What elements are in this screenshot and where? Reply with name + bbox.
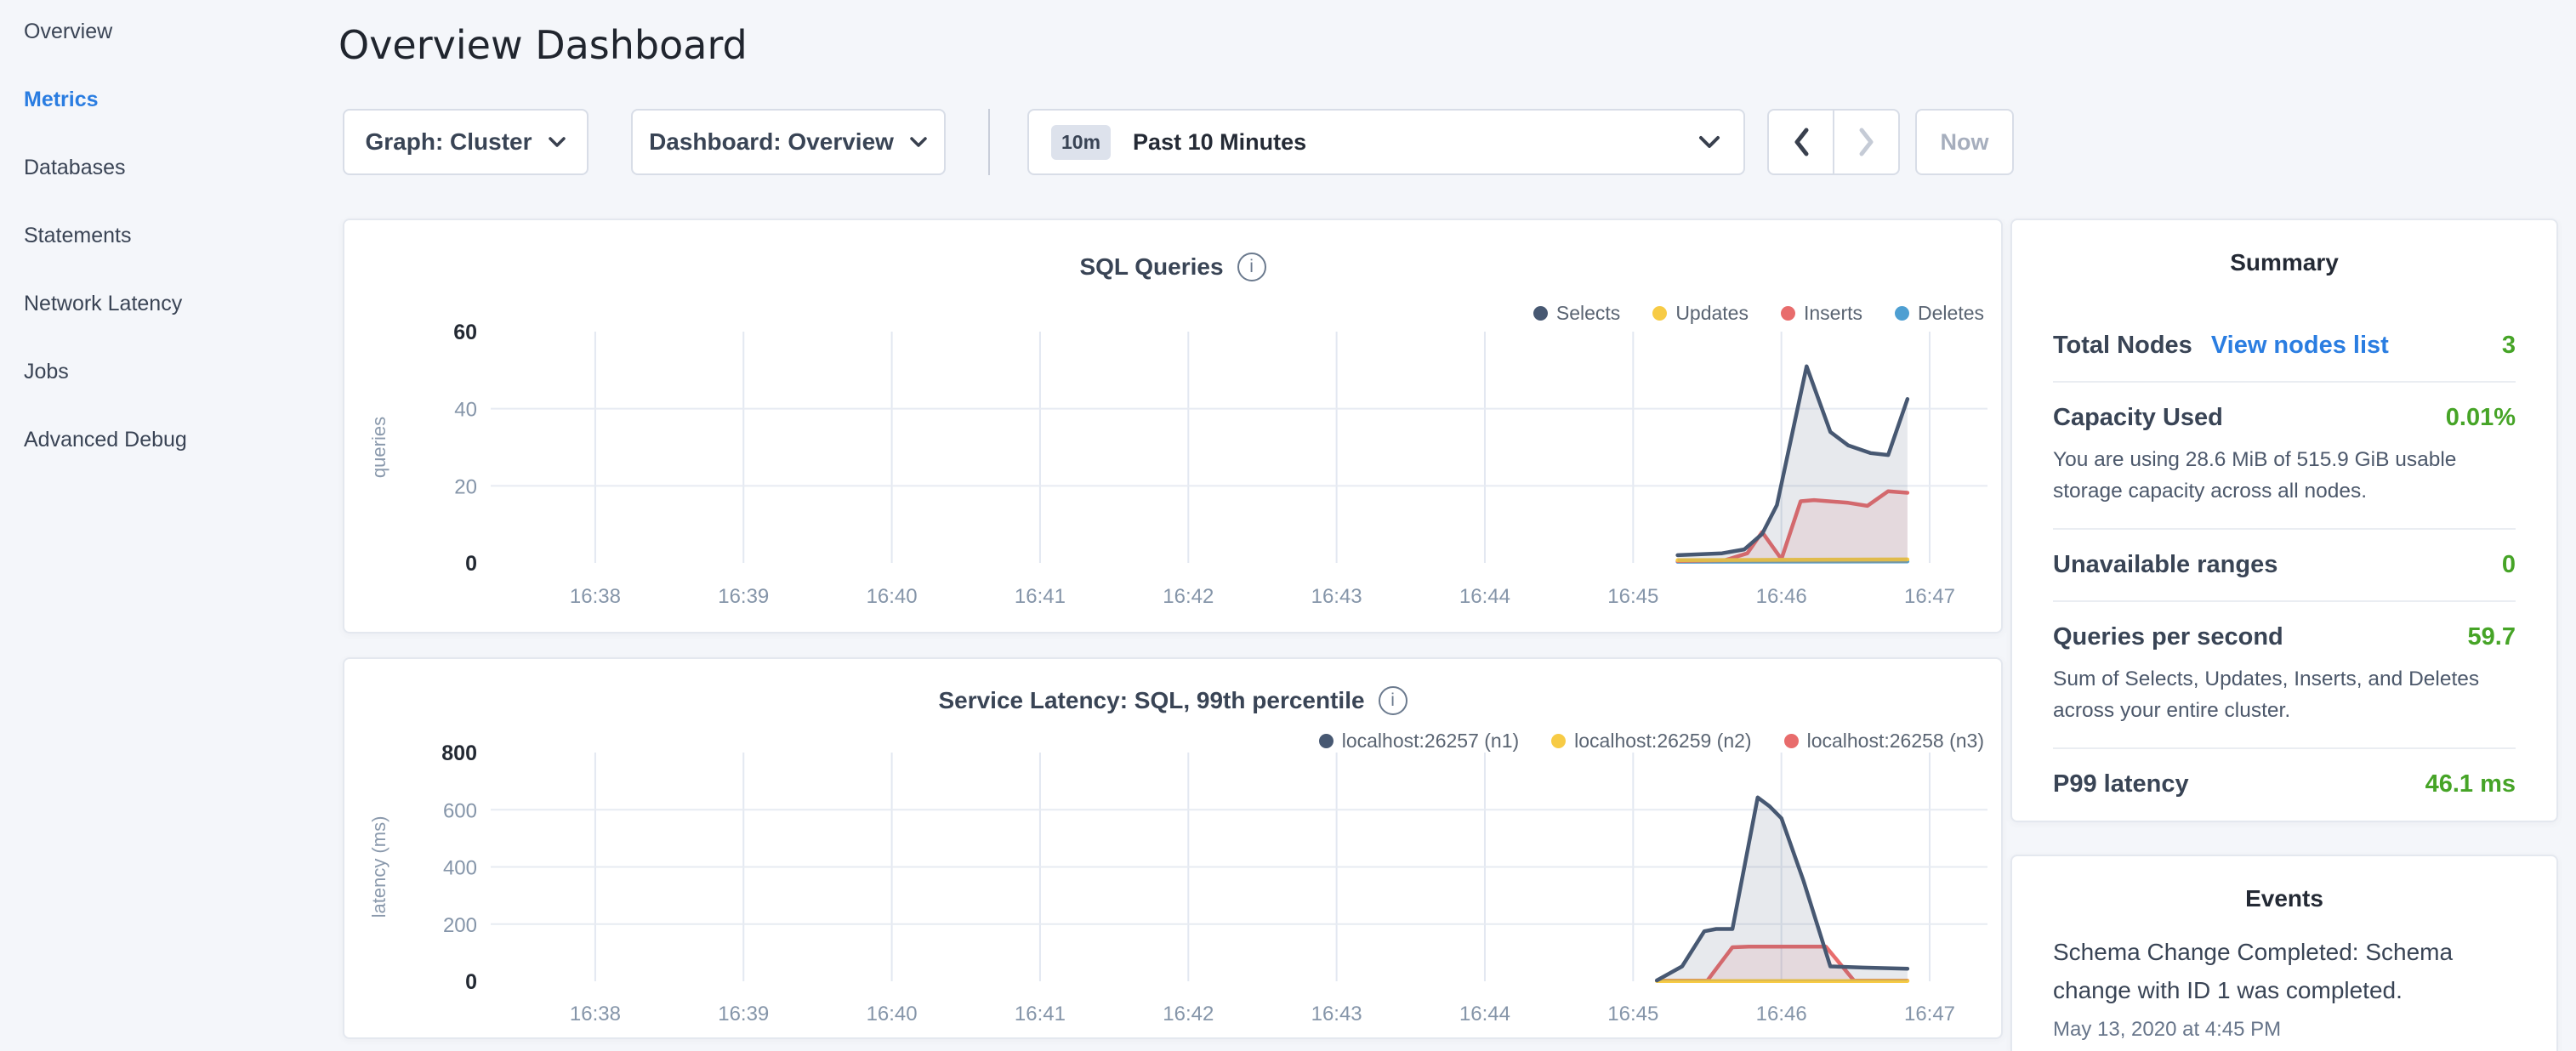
svg-text:queries: queries [368,417,390,478]
summary-value: 46.1 ms [2425,770,2516,798]
svg-text:16:42: 16:42 [1163,1003,1214,1025]
svg-text:40: 40 [454,399,477,422]
events-heading: Events [2012,885,2556,912]
now-button[interactable]: Now [1915,109,2014,175]
svg-text:16:41: 16:41 [1015,585,1066,608]
summary-panel: Summary Total Nodes View nodes list 3 Capac… [2010,219,2558,822]
sidebar-item-advanced-debug[interactable]: Advanced Debug [24,427,187,452]
sidebar-item-statements[interactable]: Statements [24,223,131,248]
svg-text:16:40: 16:40 [867,585,918,608]
summary-heading: Summary [2012,249,2556,276]
service-latency-chart-card: Service Latency: SQL, 99th percentileilo… [343,657,2003,1039]
sidebar: Overview Metrics Databases Statements Networ… [0,0,340,495]
sql-queries-chart-card: SQL QueriesiSelectsUpdatesInsertsDeletes… [343,219,2003,633]
summary-desc: Sum of Selects, Updates, Inserts, and De… [2053,663,2516,726]
summary-label: Total Nodes [2053,332,2192,360]
svg-text:16:43: 16:43 [1311,585,1362,608]
graph-dropdown[interactable]: Graph: Cluster [343,109,589,175]
chevron-down-icon [1697,135,1721,149]
svg-text:16:42: 16:42 [1163,585,1214,608]
dashboard-dropdown-label: Dashboard: Overview [649,128,894,156]
time-range-badge: 10m [1051,125,1111,160]
sidebar-item-jobs[interactable]: Jobs [24,359,69,384]
svg-text:60: 60 [453,321,477,344]
summary-label: Capacity Used [2053,404,2223,432]
time-range-selector[interactable]: 10m Past 10 Minutes [1027,109,1745,175]
events-panel: Events Schema Change Completed: Schema c… [2010,855,2558,1051]
summary-value: 3 [2502,332,2516,360]
svg-text:16:39: 16:39 [718,1003,769,1025]
chevron-right-icon [1857,127,1876,157]
dashboard-dropdown[interactable]: Dashboard: Overview [631,109,946,175]
summary-value: 0 [2502,551,2516,579]
svg-text:16:39: 16:39 [718,585,769,608]
svg-text:800: 800 [441,741,477,765]
time-prev-button[interactable] [1769,111,1834,173]
view-nodes-list-link[interactable]: View nodes list [2211,332,2389,360]
summary-desc: You are using 28.6 MiB of 515.9 GiB usab… [2053,444,2516,507]
time-arrow-group [1767,109,1900,175]
summary-label: P99 latency [2053,770,2189,798]
svg-text:16:47: 16:47 [1904,1003,1955,1025]
summary-row-queries-per-second: Queries per second 59.7 Sum of Selects, Up… [2053,602,2516,749]
summary-value: 0.01% [2446,404,2516,432]
summary-label: Unavailable ranges [2053,551,2277,579]
svg-text:0: 0 [465,552,477,576]
sidebar-item-databases[interactable]: Databases [24,155,126,180]
chevron-down-icon [548,136,566,148]
svg-text:20: 20 [454,475,477,498]
svg-text:16:41: 16:41 [1015,1003,1066,1025]
svg-text:16:46: 16:46 [1756,1003,1807,1025]
time-next-button[interactable] [1834,111,1898,173]
event-timestamp: May 13, 2020 at 4:45 PM [2053,1018,2516,1042]
sidebar-item-metrics[interactable]: Metrics [24,87,99,112]
summary-rows: Total Nodes View nodes list 3 Capacity Used… [2053,310,2516,820]
summary-row-p99-latency: P99 latency 46.1 ms [2053,749,2516,820]
service-latency-sql-99th-percentile-plot[interactable]: 16:38 16:39 16:40 16:41 16:42 16:43 16:44 16:45… [344,659,2001,1041]
page-title: Overview Dashboard [338,22,748,68]
svg-text:16:38: 16:38 [570,585,621,608]
svg-text:0: 0 [465,970,477,994]
svg-text:16:47: 16:47 [1904,585,1955,608]
svg-text:16:45: 16:45 [1607,1003,1658,1025]
svg-text:400: 400 [443,857,477,880]
sql-queries-plot[interactable]: 16:38 16:39 16:40 16:41 16:42 16:43 16:44 16:45… [344,220,2001,635]
chevron-down-icon [909,136,928,148]
svg-text:16:46: 16:46 [1756,585,1807,608]
event-text: Schema Change Completed: Schema change w… [2053,933,2516,1009]
svg-text:16:45: 16:45 [1607,585,1658,608]
controls-divider [988,109,990,175]
svg-text:latency (ms): latency (ms) [368,816,390,918]
summary-label: Queries per second [2053,623,2283,651]
svg-text:16:44: 16:44 [1459,585,1510,608]
svg-text:600: 600 [443,799,477,822]
svg-text:16:40: 16:40 [867,1003,918,1025]
chevron-left-icon [1792,127,1811,157]
summary-row-total-nodes: Total Nodes View nodes list 3 [2053,310,2516,383]
graph-dropdown-label: Graph: Cluster [365,128,532,156]
svg-text:16:38: 16:38 [570,1003,621,1025]
sidebar-item-overview[interactable]: Overview [24,19,112,44]
sidebar-item-network-latency[interactable]: Network Latency [24,291,182,316]
svg-text:16:44: 16:44 [1459,1003,1510,1025]
time-range-label: Past 10 Minutes [1133,129,1697,156]
event-item[interactable]: Schema Change Completed: Schema change w… [2053,933,2516,1042]
svg-text:200: 200 [443,914,477,937]
svg-text:16:43: 16:43 [1311,1003,1362,1025]
summary-value: 59.7 [2468,623,2516,651]
summary-row-unavailable-ranges: Unavailable ranges 0 [2053,530,2516,602]
summary-row-capacity-used: Capacity Used 0.01% You are using 28.6 MiB… [2053,383,2516,530]
